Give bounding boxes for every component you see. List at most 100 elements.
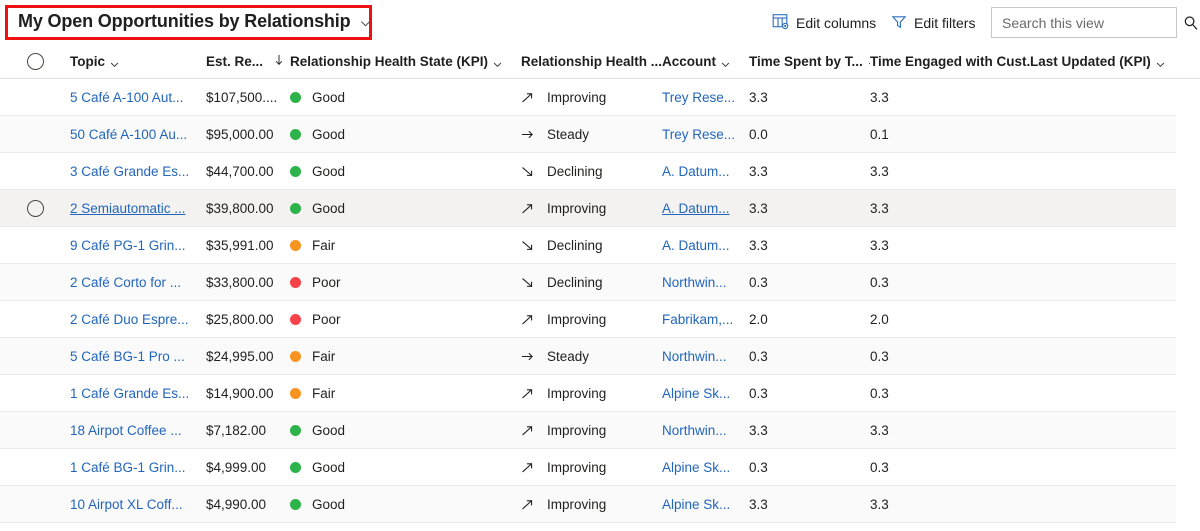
account-link[interactable]: A. Datum... [662,238,730,253]
table-row[interactable]: 1 Café BG-1 Grin...$4,999.00GoodImprovin… [0,449,1176,486]
cell-topic[interactable]: 2 Semiautomatic ... [70,201,206,216]
account-link[interactable]: Fabrikam,... [662,312,733,327]
topic-link[interactable]: 50 Café A-100 Au... [70,127,187,142]
topic-link[interactable]: 1 Café BG-1 Grin... [70,460,186,475]
arrow-up-right-icon [521,91,534,104]
status-dot-icon [290,499,301,510]
topic-link[interactable]: 9 Café PG-1 Grin... [70,238,186,253]
cell-topic[interactable]: 10 Airpot XL Coff... [70,497,206,512]
cell-time-engaged: 3.3 [870,201,1030,216]
column-header-health-trend[interactable]: Relationship Health ... [521,54,662,69]
cell-time-engaged: 2.0 [870,312,1030,327]
account-link[interactable]: Northwin... [662,275,727,290]
cell-topic[interactable]: 1 Café Grande Es... [70,386,206,401]
cell-account[interactable]: Northwin... [662,275,749,290]
cell-account[interactable]: Northwin... [662,349,749,364]
column-header-time-spent[interactable]: Time Spent by T... [749,54,870,69]
edit-filters-button[interactable]: Edit filters [891,10,975,36]
topic-link[interactable]: 5 Café A-100 Aut... [70,90,183,105]
account-link[interactable]: Trey Rese... [662,127,735,142]
search-input[interactable] [1002,15,1183,31]
status-dot-icon [290,129,301,140]
topic-link[interactable]: 5 Café BG-1 Pro ... [70,349,185,364]
cell-account[interactable]: A. Datum... [662,164,749,179]
cell-time-engaged: 3.3 [870,423,1030,438]
cell-topic[interactable]: 3 Café Grande Es... [70,164,206,179]
search-box[interactable] [991,7,1177,38]
account-link[interactable]: Alpine Sk... [662,386,730,401]
time-engaged-value: 0.3 [870,349,889,364]
cell-topic[interactable]: 5 Café A-100 Aut... [70,90,206,105]
table-row[interactable]: 5 Café A-100 Aut...$107,500....GoodImpro… [0,79,1176,116]
account-link[interactable]: Alpine Sk... [662,460,730,475]
cell-account[interactable]: Alpine Sk... [662,386,749,401]
account-link[interactable]: Northwin... [662,349,727,364]
account-link[interactable]: Trey Rese... [662,90,735,105]
table-row[interactable]: 2 Café Duo Espre...$25,800.00PoorImprovi… [0,301,1176,338]
cell-topic[interactable]: 9 Café PG-1 Grin... [70,238,206,253]
cell-account[interactable]: Alpine Sk... [662,460,749,475]
account-link[interactable]: A. Datum... [662,201,730,216]
table-row[interactable]: 2 Café Corto for ...$33,800.00PoorDeclin… [0,264,1176,301]
topic-link[interactable]: 2 Café Corto for ... [70,275,181,290]
view-selector[interactable]: My Open Opportunities by Relationship [12,6,379,36]
column-header-topic[interactable]: Topic [70,54,206,69]
cell-topic[interactable]: 50 Café A-100 Au... [70,127,206,142]
cell-account[interactable]: Trey Rese... [662,90,749,105]
row-select-cell[interactable] [0,200,70,217]
column-header-health-state[interactable]: Relationship Health State (KPI) [290,54,521,69]
topic-link[interactable]: 2 Café Duo Espre... [70,312,189,327]
table-row[interactable]: 9 Café PG-1 Grin...$35,991.00FairDeclini… [0,227,1176,264]
health-state-label: Poor [312,275,341,290]
table-row[interactable]: 50 Café A-100 Au...$95,000.00GoodSteadyT… [0,116,1176,153]
edit-columns-button[interactable]: Edit columns [772,10,876,36]
topic-link[interactable]: 2 Semiautomatic ... [70,201,186,216]
cell-account[interactable]: A. Datum... [662,238,749,253]
cell-account[interactable]: Northwin... [662,423,749,438]
cell-account[interactable]: A. Datum... [662,201,749,216]
cell-health-state: Good [290,201,521,216]
edit-filters-label: Edit filters [914,15,975,31]
est-revenue-value: $107,500.... [206,90,277,105]
topic-link[interactable]: 18 Airpot Coffee ... [70,423,182,438]
cell-topic[interactable]: 1 Café BG-1 Grin... [70,460,206,475]
column-header-est-revenue[interactable]: Est. Re... [206,54,290,69]
topic-link[interactable]: 1 Café Grande Es... [70,386,189,401]
status-dot-icon [290,351,301,362]
column-header-time-engaged[interactable]: Time Engaged with Cust... [870,54,1030,69]
cell-account[interactable]: Fabrikam,... [662,312,749,327]
cell-time-engaged: 0.3 [870,275,1030,290]
account-link[interactable]: Northwin... [662,423,727,438]
column-header-last-updated[interactable]: Last Updated (KPI) [1030,54,1176,69]
topic-link[interactable]: 10 Airpot XL Coff... [70,497,183,512]
cell-account[interactable]: Trey Rese... [662,127,749,142]
select-all-cell[interactable] [0,53,70,70]
topic-link[interactable]: 3 Café Grande Es... [70,164,189,179]
table-row[interactable]: 3 Café Grande Es...$44,700.00GoodDeclini… [0,153,1176,190]
checkbox-circle-icon[interactable] [27,53,44,70]
cell-health-trend: Improving [521,312,662,327]
arrow-up-right-icon [521,387,534,400]
filter-icon [891,14,907,33]
checkbox-circle-icon[interactable] [27,200,44,217]
table-row[interactable]: 5 Café BG-1 Pro ...$24,995.00FairSteadyN… [0,338,1176,375]
account-link[interactable]: A. Datum... [662,164,730,179]
cell-topic[interactable]: 2 Café Duo Espre... [70,312,206,327]
table-row[interactable]: 18 Airpot Coffee ...$7,182.00GoodImprovi… [0,412,1176,449]
cell-topic[interactable]: 5 Café BG-1 Pro ... [70,349,206,364]
table-row[interactable]: 1 Café Grande Es...$14,900.00FairImprovi… [0,375,1176,412]
health-state-label: Good [312,201,345,216]
cell-topic[interactable]: 18 Airpot Coffee ... [70,423,206,438]
est-revenue-value: $7,182.00 [206,423,266,438]
search-icon[interactable] [1183,15,1199,31]
cell-topic[interactable]: 2 Café Corto for ... [70,275,206,290]
table-row[interactable]: 2 Semiautomatic ...$39,800.00GoodImprovi… [0,190,1176,227]
cell-account[interactable]: Alpine Sk... [662,497,749,512]
health-trend-label: Improving [547,90,606,105]
table-row[interactable]: 10 Airpot XL Coff...$4,990.00GoodImprovi… [0,486,1176,523]
column-header-account[interactable]: Account [662,54,749,69]
cell-health-state: Good [290,497,521,512]
cell-time-engaged: 0.3 [870,386,1030,401]
account-link[interactable]: Alpine Sk... [662,497,730,512]
opportunities-grid: Topic Est. Re... Relation [0,45,1200,531]
